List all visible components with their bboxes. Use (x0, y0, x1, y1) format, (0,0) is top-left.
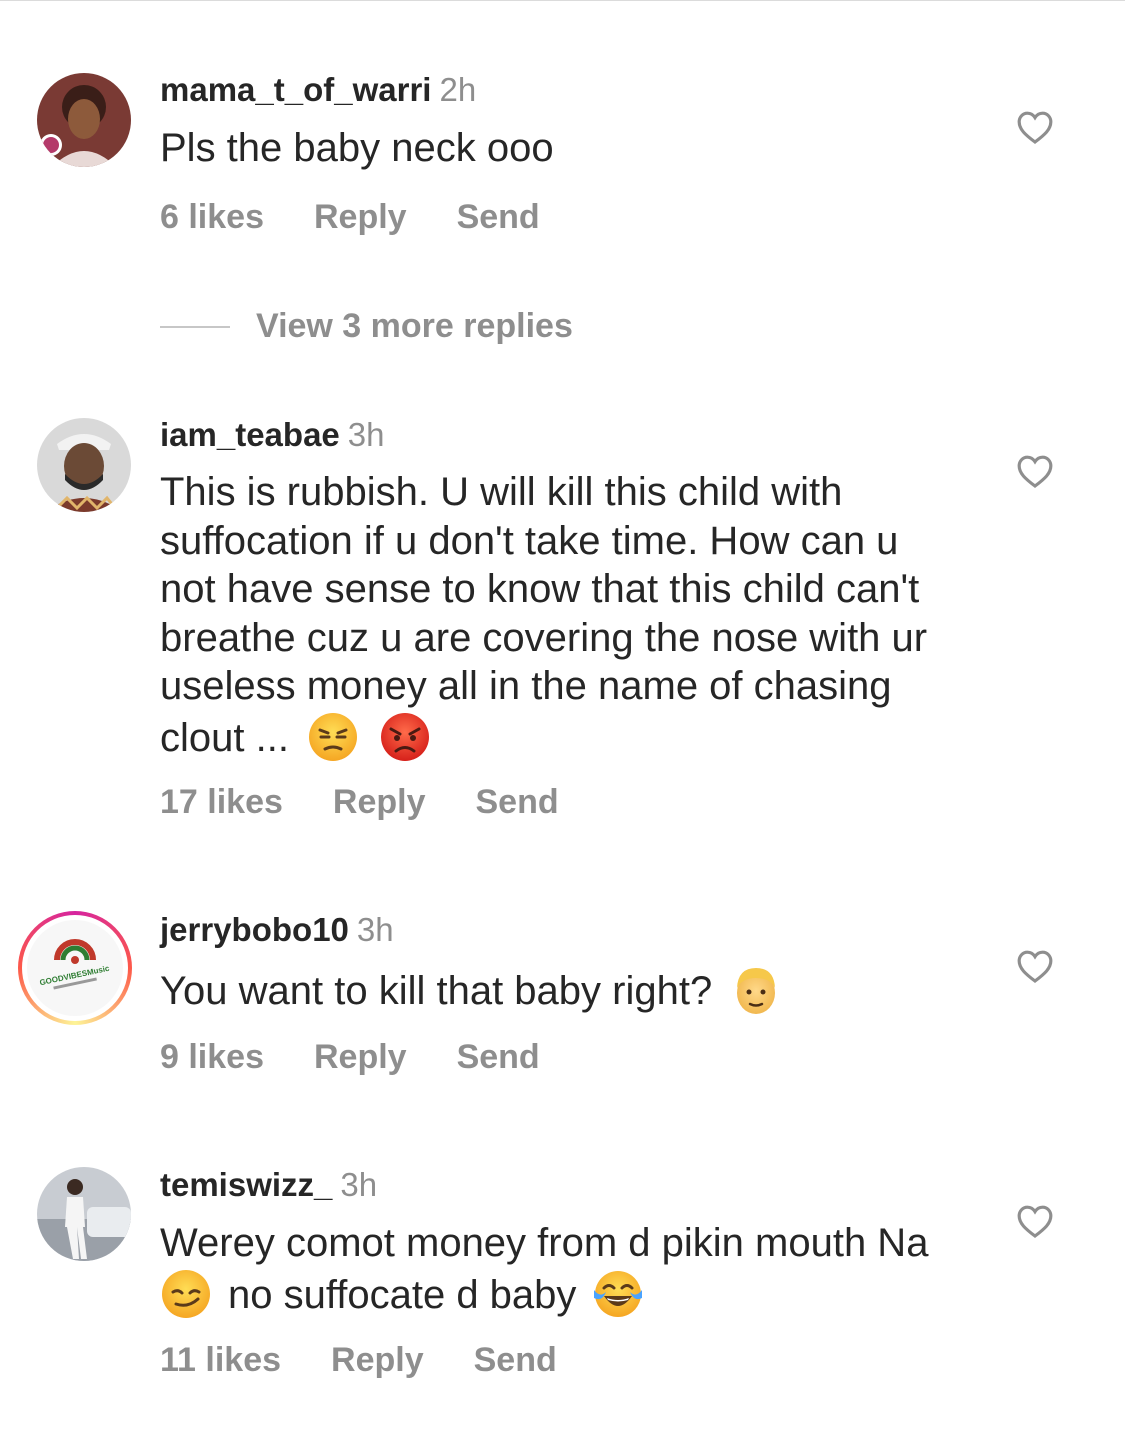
man-blond-hair-emoji (730, 964, 782, 1016)
send-button[interactable]: Send (475, 783, 558, 821)
heart-outline-icon[interactable] (1016, 948, 1054, 984)
avatar-image (37, 73, 131, 167)
comment-text: Pls the baby neck ooo (160, 126, 554, 170)
avatar-logo: GOODVIBESMusic (27, 920, 123, 1016)
avatar[interactable] (37, 418, 131, 512)
comment-actions: 9 likes Reply Send (160, 1037, 590, 1077)
username[interactable]: iam_teabae (160, 416, 340, 453)
comment-text: This is rubbish. U will kill this child … (160, 468, 950, 763)
story-ring-avatar[interactable]: GOODVIBESMusic (18, 911, 132, 1025)
comment-actions: 6 likes Reply Send (160, 197, 590, 237)
heart-outline-icon[interactable] (1016, 109, 1054, 145)
timestamp: 3h (356, 911, 394, 948)
timestamp: 3h (347, 416, 385, 453)
likes-count[interactable]: 17 likes (160, 783, 283, 821)
avatar[interactable] (37, 1167, 131, 1261)
unamused-face-emoji (307, 711, 359, 763)
replies-divider (160, 326, 230, 328)
tears-of-joy-emoji (592, 1268, 644, 1320)
avatar-image (37, 418, 131, 512)
pouting-face-emoji (379, 711, 431, 763)
reply-button[interactable]: Reply (331, 1341, 424, 1379)
comment-header: iam_teabae 3h (160, 415, 385, 455)
view-replies-label[interactable]: View 3 more replies (256, 306, 573, 346)
comment-header: temiswizz_ 3h (160, 1165, 377, 1205)
send-button[interactable]: Send (474, 1341, 557, 1379)
heart-outline-icon[interactable] (1016, 453, 1054, 489)
comment-header: mama_t_of_warri 2h (160, 70, 476, 110)
timestamp: 3h (340, 1166, 378, 1203)
comment-text-body: You want to kill that baby right? (160, 969, 713, 1013)
top-divider (0, 0, 1125, 1)
heart-outline-icon[interactable] (1016, 1203, 1054, 1239)
smirking-face-emoji (160, 1268, 212, 1320)
reply-button[interactable]: Reply (314, 1038, 407, 1076)
comment-text: Werey comot money from d pikin mouth Na n… (160, 1219, 960, 1320)
avatar[interactable] (37, 73, 131, 167)
likes-count[interactable]: 11 likes (160, 1341, 281, 1379)
reply-button[interactable]: Reply (314, 198, 407, 236)
username[interactable]: jerrybobo10 (160, 911, 349, 948)
comment-text-part1: Werey comot money from d pikin mouth Na (160, 1221, 929, 1265)
avatar-image (37, 1167, 131, 1261)
send-button[interactable]: Send (457, 198, 540, 236)
timestamp: 2h (439, 71, 477, 108)
comment-text-part2: no suffocate d baby (228, 1272, 577, 1317)
send-button[interactable]: Send (457, 1038, 540, 1076)
username[interactable]: mama_t_of_warri (160, 71, 431, 108)
comment-actions: 17 likes Reply Send (160, 782, 609, 822)
reply-button[interactable]: Reply (333, 783, 426, 821)
likes-count[interactable]: 9 likes (160, 1038, 264, 1076)
avatar: GOODVIBESMusic (27, 920, 123, 1016)
comment-text-body: This is rubbish. U will kill this child … (160, 470, 928, 760)
comment-text: You want to kill that baby right? (160, 964, 960, 1016)
username[interactable]: temiswizz_ (160, 1166, 332, 1203)
likes-count[interactable]: 6 likes (160, 198, 264, 236)
comment-actions: 11 likes Reply Send (160, 1340, 607, 1380)
comment-header: jerrybobo10 3h (160, 910, 394, 950)
